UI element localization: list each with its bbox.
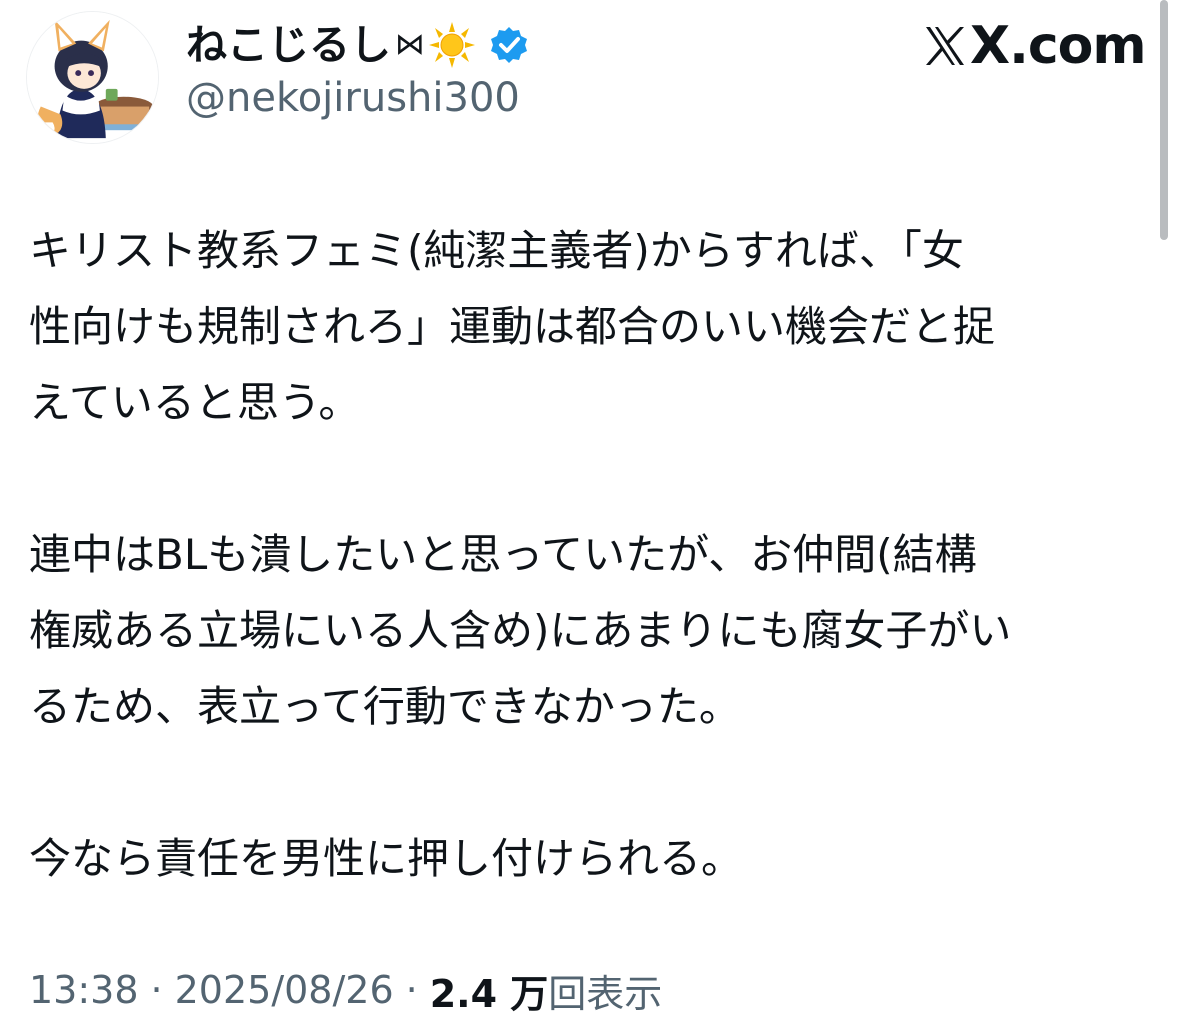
tweet-text: キリスト教系フェミ(純潔主義者)からすれば、「女 性向けも規制されろ」運動は都合… xyxy=(29,213,1144,897)
x-logo-icon xyxy=(922,23,968,69)
view-count-label: 回表示 xyxy=(548,971,663,1016)
brand-domain-text: X.com xyxy=(970,16,1147,76)
view-count[interactable]: 2.4 万 xyxy=(430,963,549,1018)
fox-girl-avatar-icon xyxy=(27,12,158,143)
bowtie-icon: ⋈ xyxy=(395,27,425,62)
meta-separator: · xyxy=(405,968,418,1012)
x-brand-logo: X.com xyxy=(922,16,1147,76)
avatar[interactable] xyxy=(26,11,159,144)
tweet-header: ねこじるし ⋈ @nekojirushi300 X.com xyxy=(0,0,1179,150)
display-name-row: ねこじるし ⋈ xyxy=(186,15,529,75)
user-handle[interactable]: @nekojirushi300 xyxy=(186,74,520,122)
tweet-paragraph-2: 連中はBLも潰したいと思っていたが、お仲間(結構 権威ある立場にいる人含め)にあ… xyxy=(29,530,1012,731)
tweet-date[interactable]: 2025/08/26 xyxy=(175,968,394,1012)
scrollbar-thumb[interactable] xyxy=(1160,0,1168,240)
meta-separator: · xyxy=(150,968,163,1012)
verified-badge-icon[interactable] xyxy=(489,25,529,65)
display-name[interactable]: ねこじるし xyxy=(186,24,391,66)
tweet-meta: 13:38 · 2025/08/26 · 2.4 万 回表示 xyxy=(29,960,662,1020)
tweet-paragraph-3: 今なら責任を男性に押し付けられる。 xyxy=(29,834,744,883)
sun-icon xyxy=(427,20,477,70)
tweet-time[interactable]: 13:38 xyxy=(29,968,139,1012)
tweet-paragraph-1: キリスト教系フェミ(純潔主義者)からすれば、「女 性向けも規制されろ」運動は都合… xyxy=(29,226,996,427)
